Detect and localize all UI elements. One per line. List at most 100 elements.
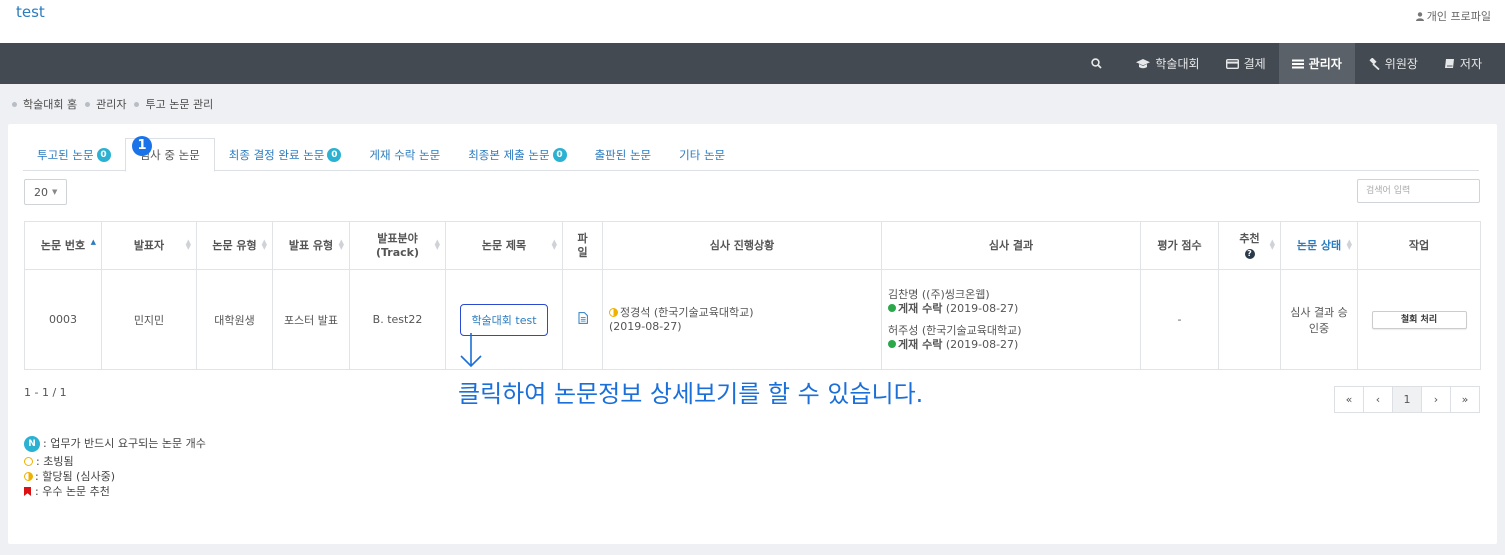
nav-search[interactable] [1075,43,1123,84]
sort-icon: ▲ ▼ [1346,238,1352,251]
brand-link[interactable]: test [16,3,45,21]
result-date: (2019-08-27) [945,337,1019,351]
header-label: 심사 진행상황 [709,238,775,252]
tab-label: 투고된 논문 [37,147,94,162]
withdraw-button[interactable]: 철회 처리 [1371,310,1467,329]
n-badge-icon: N [24,435,40,452]
nav-author[interactable]: 저자 [1431,43,1495,84]
cell-action: 철회 처리 [1357,269,1481,370]
content-panel: 투고된 논문 0 심사 중 논문 최종 결정 완료 논문 0 게재 수락 논문 최종… [8,124,1497,544]
nav-payment[interactable]: 결제 [1213,43,1279,84]
breadcrumb-dot [134,101,140,107]
tab-published[interactable]: 출판된 논문 [581,138,666,171]
credit-card-icon [1225,58,1239,69]
nav-admin-label: 관리자 [1308,57,1342,71]
assigned-icon [609,307,618,317]
document-icon[interactable] [578,312,588,324]
page-prev-button[interactable]: ‹ [1363,386,1393,413]
legend-text: : 할당됨 (심사중) [35,470,116,483]
cell-result: 김찬명 ((주)씽크온웹) 게재 수락 (2019-08-27) 허주성 (한국… [881,269,1141,370]
cell-status: 심사 결과 승인중 [1280,269,1358,370]
tab-others[interactable]: 기타 논문 [665,138,739,171]
pagination: « ‹ 1 › » [1334,386,1480,413]
col-track[interactable]: 발표분야 (Track) ▲ ▼ [349,221,446,270]
result-reviewer: 김찬명 ((주)씽크온웹) [888,287,990,301]
breadcrumb-dot [85,101,91,107]
col-result: 심사 결과 [881,221,1141,270]
page-1-button[interactable]: 1 [1392,386,1422,413]
nav-author-label: 저자 [1459,57,1482,71]
col-recommend[interactable]: 추천? ▲ ▼ [1218,221,1281,270]
header-label: 평가 점수 [1157,238,1202,252]
col-paper-type[interactable]: 논문 유형 ▲ ▼ [196,221,273,270]
count-badge: 0 [327,147,342,162]
col-file: 파일 [562,221,603,270]
col-presentation-type[interactable]: 발표 유형 ▲ ▼ [272,221,350,270]
header-label: 심사 결과 [988,238,1034,252]
page-next-button[interactable]: › [1421,386,1451,413]
breadcrumb: 학술대회 홈 관리자 투고 논문 관리 [12,96,221,112]
sort-icon: ▲ ▼ [551,238,557,251]
cell-presentation-type: 포스터 발표 [272,269,350,370]
nav-conference[interactable]: 학술대회 [1123,43,1212,84]
sort-asc-icon: ▲ [90,238,96,246]
col-title[interactable]: 논문 제목 ▲ ▼ [445,221,563,270]
book-icon [1444,59,1454,68]
sort-icon: ▲ ▼ [185,238,191,251]
page-size-value: 20 [34,185,48,199]
breadcrumb-admin[interactable]: 관리자 [96,96,126,112]
col-number[interactable]: 논문 번호 ▲ [24,221,102,270]
header-label: 추천 [1239,231,1260,245]
gavel-icon [1369,57,1380,70]
header-label: 논문 상태 [1296,238,1342,252]
result-range: 1 - 1 / 1 [24,386,67,399]
header-label: 논문 유형 [212,238,257,252]
col-status[interactable]: 논문 상태 ▲ ▼ [1280,221,1358,270]
sort-icon: ▲ ▼ [338,238,344,251]
tab-final-decision[interactable]: 최종 결정 완료 논문 0 [215,138,356,171]
progress-reviewer: 정경석 (한국기술교육대학교) [620,305,754,319]
breadcrumb-dot [12,101,17,107]
sort-icon: ▲ ▼ [261,238,267,251]
profile-label: 개인 프로파일 [1426,10,1491,23]
help-icon[interactable]: ? [1244,248,1255,259]
accepted-dot-icon [888,303,896,312]
tab-label: 최종 결정 완료 논문 [228,147,325,162]
page-last-button[interactable]: » [1450,386,1480,413]
paper-title-link[interactable]: 학술대회 test [460,303,548,336]
search-input[interactable] [1357,179,1480,203]
header-label: 파일 [577,231,588,259]
sort-icon: ▲ ▼ [434,238,440,251]
header-label: 발표 유형 [288,238,334,252]
page-size-select[interactable]: 20 ▼ [24,179,67,205]
page-first-button[interactable]: « [1334,386,1364,413]
nav-chair-label: 위원장 [1384,57,1418,71]
progress-entry: 정경석 (한국기술교육대학교) [609,306,875,320]
cell-number: 0003 [24,269,102,370]
tab-accepted[interactable]: 게재 수락 논문 [355,138,454,171]
header-label: 논문 제목 [481,238,527,252]
legend-row: : 우수 논문 추천 [24,484,206,499]
col-action: 작업 [1357,221,1481,270]
breadcrumb-home[interactable]: 학술대회 홈 [23,96,77,112]
tab-label: 기타 논문 [679,147,726,162]
nav-payment-label: 결제 [1243,57,1266,71]
nav-chair[interactable]: 위원장 [1355,43,1431,84]
col-presenter[interactable]: 발표자 ▲ ▼ [101,221,197,270]
assigned-icon [24,472,33,481]
paper-tabs: 투고된 논문 0 심사 중 논문 최종 결정 완료 논문 0 게재 수락 논문 최종… [23,136,1479,172]
tab-final-submitted[interactable]: 최종본 제출 논문 0 [454,138,580,171]
legend-row: N: 업무가 반드시 요구되는 논문 개수 [24,434,206,453]
profile-link[interactable]: 개인 프로파일 [1415,8,1491,24]
cell-file [562,269,603,370]
top-header: test 개인 프로파일 [0,0,1505,43]
tab-submitted[interactable]: 투고된 논문 0 [23,138,125,171]
tab-label: 게재 수락 논문 [369,147,441,162]
nav-admin[interactable]: 관리자 [1278,43,1355,84]
step-marker: 1 [132,136,152,156]
table-header-row: 논문 번호 ▲ 발표자 ▲ ▼ 논문 유형 ▲ ▼ 발표 유형 ▲ ▼ 발표분야 (Track… [24,221,1481,270]
result-entry: 게재 수락 (2019-08-27) [888,302,1134,316]
col-score: 평가 점수 [1140,221,1219,270]
col-progress: 심사 진행상황 [602,221,882,270]
sort-icon: ▲ ▼ [1269,238,1275,251]
